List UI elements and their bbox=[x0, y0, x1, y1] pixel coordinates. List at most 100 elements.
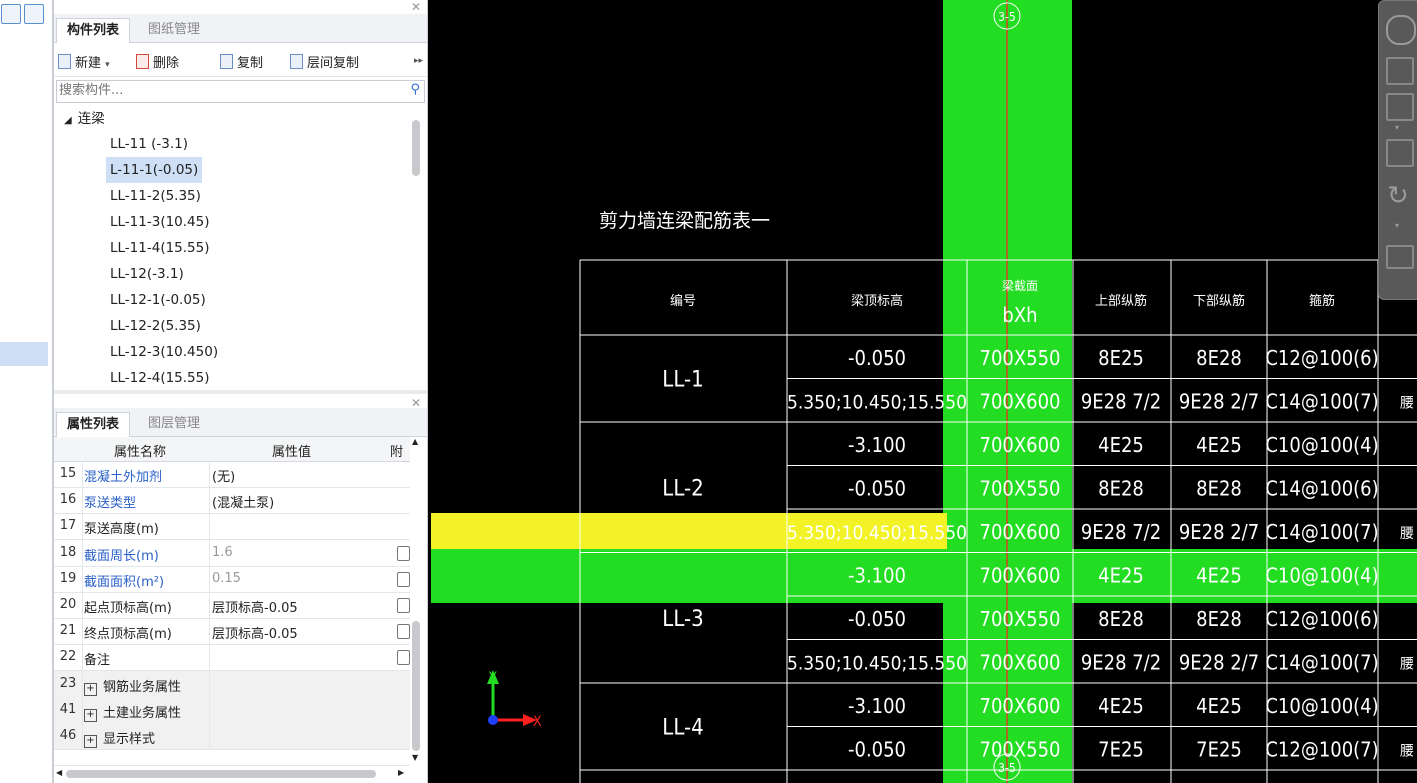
header-top-bars: 上部纵筋 bbox=[1095, 293, 1147, 309]
search-box: ⚲ bbox=[56, 80, 425, 103]
property-value[interactable]: 层顶标高-0.05 bbox=[212, 623, 298, 642]
expand-icon[interactable]: + bbox=[84, 708, 97, 722]
property-row[interactable]: 19 截面面积(m²) 0.15 bbox=[54, 565, 411, 593]
property-scrollbar[interactable]: ▲ ▼ bbox=[410, 437, 422, 763]
property-name-text: 土建业务属性 bbox=[103, 705, 182, 721]
cell-bottom-bars: 9E28 2/7 bbox=[1179, 650, 1259, 674]
floor-copy-button[interactable]: 层间复制 bbox=[290, 52, 359, 71]
property-value[interactable]: (混凝土泵) bbox=[212, 492, 274, 511]
property-checkbox[interactable] bbox=[397, 571, 410, 587]
tree-group[interactable]: ◢ 连梁 bbox=[64, 107, 105, 127]
copy-button[interactable]: 复制 bbox=[220, 52, 263, 71]
cell-top-bars: 4E25 bbox=[1098, 694, 1144, 718]
close-icon[interactable]: ✕ bbox=[411, 0, 421, 14]
expand-icon[interactable]: + bbox=[84, 735, 97, 748]
axis-label-bottom: 3-5 bbox=[998, 761, 1016, 775]
header-elevation: 梁顶标高 bbox=[851, 293, 903, 309]
new-button[interactable]: 新建 ▾ bbox=[58, 52, 110, 71]
property-row[interactable]: 20 起点顶标高(m) 层顶标高-0.05 bbox=[54, 592, 411, 619]
property-name: 泵送高度(m) bbox=[84, 522, 159, 538]
beam-id: LL-1 bbox=[662, 368, 703, 393]
property-row[interactable]: 46 + 显示样式 bbox=[54, 723, 411, 750]
tab-property-list[interactable]: 属性列表 bbox=[56, 412, 131, 437]
list-item[interactable]: LL-12-4(15.55) bbox=[106, 365, 214, 388]
scale-icon[interactable] bbox=[1386, 245, 1414, 269]
panel-toggle-icon[interactable] bbox=[1, 4, 21, 24]
cell-elevation: 5.350;10.450;15.550 bbox=[787, 391, 967, 413]
property-row[interactable]: 18 截面周长(m) 1.6 bbox=[54, 539, 411, 567]
header-stirrups: 箍筋 bbox=[1309, 293, 1335, 309]
expand-icon[interactable]: + bbox=[84, 682, 97, 696]
property-row[interactable]: 17 泵送高度(m) bbox=[54, 513, 411, 541]
cell-top-bars: 7E25 bbox=[1098, 737, 1144, 761]
list-item[interactable]: LL-11-2(5.35) bbox=[106, 183, 205, 209]
property-row[interactable]: 41 + 土建业务属性 bbox=[54, 696, 411, 724]
search-input[interactable] bbox=[57, 81, 401, 100]
property-value[interactable]: 0.15 bbox=[212, 571, 241, 586]
cell-elevation: -3.100 bbox=[848, 563, 906, 587]
header-id: 编号 bbox=[670, 294, 696, 309]
grid-view-icon[interactable] bbox=[24, 4, 44, 24]
list-item[interactable]: LL-12(-3.1) bbox=[106, 261, 188, 287]
cell-bottom-bars: 4E25 bbox=[1196, 563, 1242, 587]
list-item[interactable]: LL-11-3(10.45) bbox=[106, 209, 214, 235]
property-value[interactable]: (无) bbox=[212, 466, 235, 485]
property-name: + 钢筋业务属性 bbox=[84, 676, 181, 696]
chevron-down-icon[interactable]: ▾ bbox=[1395, 123, 1399, 132]
property-row[interactable]: 23 + 钢筋业务属性 bbox=[54, 670, 411, 698]
property-row[interactable]: 21 终点顶标高(m) 层顶标高-0.05 bbox=[54, 618, 411, 646]
header-value: 属性值 bbox=[272, 445, 312, 460]
property-row[interactable]: 22 备注 bbox=[54, 644, 411, 672]
delete-button[interactable]: 删除 bbox=[136, 52, 179, 71]
property-name: + 显示样式 bbox=[84, 728, 155, 748]
scroll-up-icon[interactable]: ▲ bbox=[412, 437, 418, 446]
search-icon[interactable]: ⚲ bbox=[410, 82, 420, 97]
list-item[interactable]: LL-11 (-3.1) bbox=[106, 131, 192, 157]
box-view-icon[interactable] bbox=[1386, 139, 1414, 167]
orbit-icon[interactable] bbox=[1386, 15, 1416, 45]
scroll-thumb[interactable] bbox=[412, 621, 420, 751]
rotate-icon[interactable]: ↻ bbox=[1387, 181, 1409, 211]
cad-canvas[interactable]: 3-5 3-5 剪力墙连梁配筋表一 编号 梁顶标高 梁截面 bXh 上部纵筋 下部纵筋 箍筋… bbox=[431, 0, 1417, 783]
cube-view-icon[interactable] bbox=[1386, 93, 1414, 121]
cell-section: 700X600 bbox=[980, 694, 1061, 718]
component-tree: ◢ 连梁 LL-11 (-3.1) L-11-1(-0.05) LL-11-2(5… bbox=[54, 104, 409, 388]
property-row[interactable]: 16 泵送类型 (混凝土泵) bbox=[54, 487, 411, 515]
scroll-thumb[interactable] bbox=[66, 770, 376, 778]
scroll-thumb[interactable] bbox=[412, 120, 420, 176]
scroll-right-icon[interactable]: ▶ bbox=[398, 768, 404, 777]
property-row[interactable]: 15 混凝土外加剂 (无) bbox=[54, 461, 411, 488]
list-item[interactable]: LL-11-4(15.55) bbox=[106, 235, 214, 261]
scroll-left-icon[interactable]: ◀ bbox=[56, 768, 62, 777]
chevron-down-icon[interactable]: ▾ bbox=[1395, 221, 1399, 230]
property-checkbox[interactable] bbox=[397, 624, 410, 640]
cell-stirrups: C10@100(4) bbox=[1265, 433, 1378, 457]
tree-scrollbar[interactable] bbox=[410, 104, 422, 388]
tab-layer-management[interactable]: 图层管理 bbox=[138, 412, 210, 436]
property-value[interactable]: 层顶标高-0.05 bbox=[212, 597, 298, 616]
list-item[interactable]: LL-12-2(5.35) bbox=[106, 313, 205, 339]
scroll-down-icon[interactable]: ▼ bbox=[412, 753, 418, 762]
horizontal-scrollbar[interactable]: ◀ ▶ bbox=[54, 765, 410, 782]
property-name: 截面周长(m) bbox=[84, 548, 159, 564]
tab-drawing-management[interactable]: 图纸管理 bbox=[138, 18, 210, 42]
list-item[interactable]: LL-12-1(-0.05) bbox=[106, 287, 210, 313]
cell-top-bars: 8E28 bbox=[1098, 476, 1144, 500]
list-item[interactable]: LL-12-3(10.450) bbox=[106, 339, 222, 365]
property-name-text: 显示样式 bbox=[103, 732, 156, 747]
3d-view-icon[interactable] bbox=[1386, 57, 1414, 85]
collapse-icon[interactable]: ◢ bbox=[64, 115, 72, 126]
cell-section: 700X600 bbox=[980, 650, 1061, 674]
property-checkbox[interactable] bbox=[397, 545, 410, 561]
tab-component-list[interactable]: 构件列表 bbox=[56, 18, 131, 43]
property-row-number: 19 bbox=[59, 570, 77, 586]
property-name-text: 钢筋业务属性 bbox=[103, 679, 182, 695]
list-item-selected[interactable]: L-11-1(-0.05) bbox=[106, 157, 203, 183]
more-icon[interactable]: ▸▸ bbox=[414, 56, 423, 66]
property-checkbox[interactable] bbox=[397, 598, 410, 613]
splitter[interactable] bbox=[54, 390, 427, 394]
selected-strip-item[interactable] bbox=[0, 342, 48, 366]
property-value[interactable]: 1.6 bbox=[212, 545, 233, 560]
property-checkbox[interactable] bbox=[397, 650, 410, 666]
cell-elevation: -0.050 bbox=[848, 346, 906, 370]
